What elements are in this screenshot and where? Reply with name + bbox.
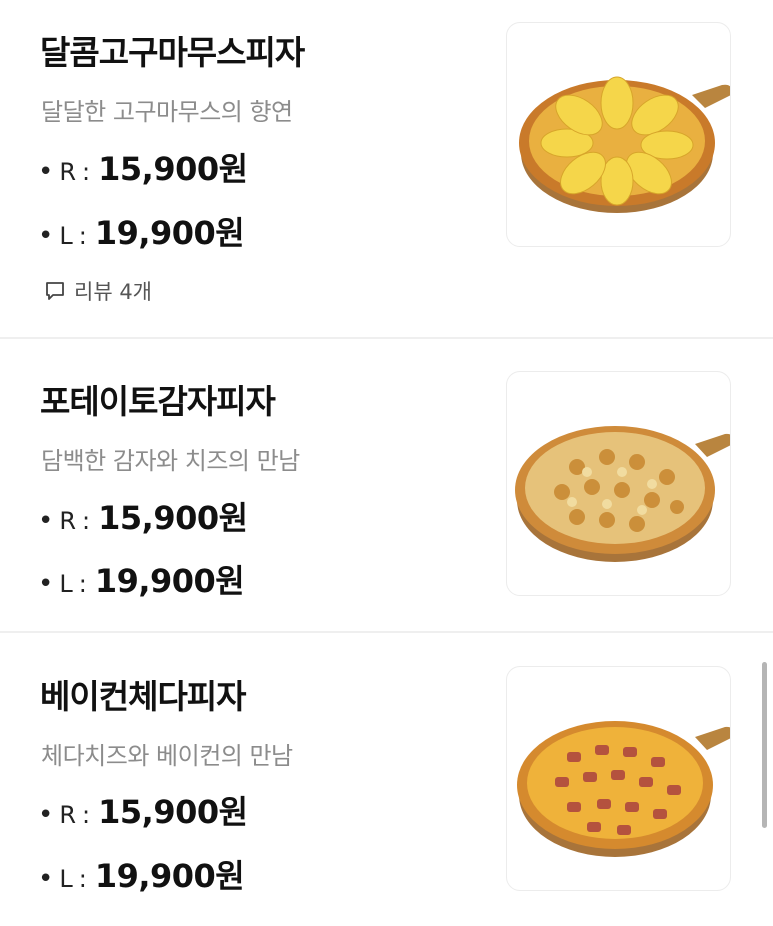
size-label: R xyxy=(59,158,77,186)
price-row-large: • L:19,900원 xyxy=(38,213,245,253)
menu-item-description: 체다치즈와 베이컨의 만남 xyxy=(41,742,293,770)
bullet: • xyxy=(38,157,54,187)
menu-item-description: 달달한 고구마무스의 향연 xyxy=(41,98,293,126)
pizza-illustration xyxy=(519,76,730,213)
menu-item-name: 베이컨체다피자 xyxy=(40,677,247,716)
price-amount: 15,900원 xyxy=(98,150,248,188)
menu-item-potato-pizza[interactable]: 포테이토감자피자 담백한 감자와 치즈의 만남 • R:15,900원 • L:19… xyxy=(0,339,773,631)
price-row-regular: • R:15,900원 xyxy=(38,792,248,832)
scrollbar[interactable] xyxy=(762,662,767,828)
separator: : xyxy=(82,507,91,535)
size-label: L xyxy=(59,865,73,893)
sweet-potato-pizza-image[interactable] xyxy=(506,22,731,247)
menu-item-sweet-potato-pizza[interactable]: 달콤고구마무스피자 달달한 고구마무스의 향연 • R:15,900원 • L:19… xyxy=(0,0,773,338)
review-count: 리뷰 4개 xyxy=(74,280,152,304)
price-row-large: • L:19,900원 xyxy=(38,561,245,601)
price-amount: 19,900원 xyxy=(94,214,245,252)
separator: : xyxy=(82,801,91,829)
bullet: • xyxy=(38,800,54,830)
separator: : xyxy=(78,865,87,893)
size-label: L xyxy=(59,222,73,250)
potato-pizza-image[interactable] xyxy=(506,371,731,596)
price-row-regular: • R:15,900원 xyxy=(38,149,248,189)
menu-item-bacon-cheddar-pizza[interactable]: 베이컨체다피자 체다치즈와 베이컨의 만남 • R:15,900원 • L:19,9… xyxy=(0,633,773,926)
price-row-large: • L:19,900원 xyxy=(38,856,245,896)
menu-item-name: 달콤고구마무스피자 xyxy=(40,33,305,72)
separator: : xyxy=(78,222,87,250)
size-label: R xyxy=(59,507,77,535)
menu-item-name: 포테이토감자피자 xyxy=(40,382,276,421)
pizza-illustration xyxy=(517,721,730,857)
review-link[interactable]: 리뷰 4개 xyxy=(44,276,152,306)
price-row-regular: • R:15,900원 xyxy=(38,498,248,538)
bacon-cheddar-pizza-image[interactable] xyxy=(506,666,731,891)
bullet: • xyxy=(38,864,54,894)
price-amount: 15,900원 xyxy=(98,793,248,831)
bullet: • xyxy=(38,569,54,599)
price-amount: 19,900원 xyxy=(94,857,245,895)
menu-item-description: 담백한 감자와 치즈의 만남 xyxy=(41,447,300,475)
price-amount: 19,900원 xyxy=(94,562,245,600)
pizza-illustration xyxy=(515,426,730,562)
size-label: L xyxy=(59,570,73,598)
separator: : xyxy=(78,570,87,598)
comment-icon xyxy=(46,282,64,300)
bullet: • xyxy=(38,221,54,251)
price-amount: 15,900원 xyxy=(98,499,248,537)
separator: : xyxy=(82,158,91,186)
bullet: • xyxy=(38,506,54,536)
size-label: R xyxy=(59,801,77,829)
